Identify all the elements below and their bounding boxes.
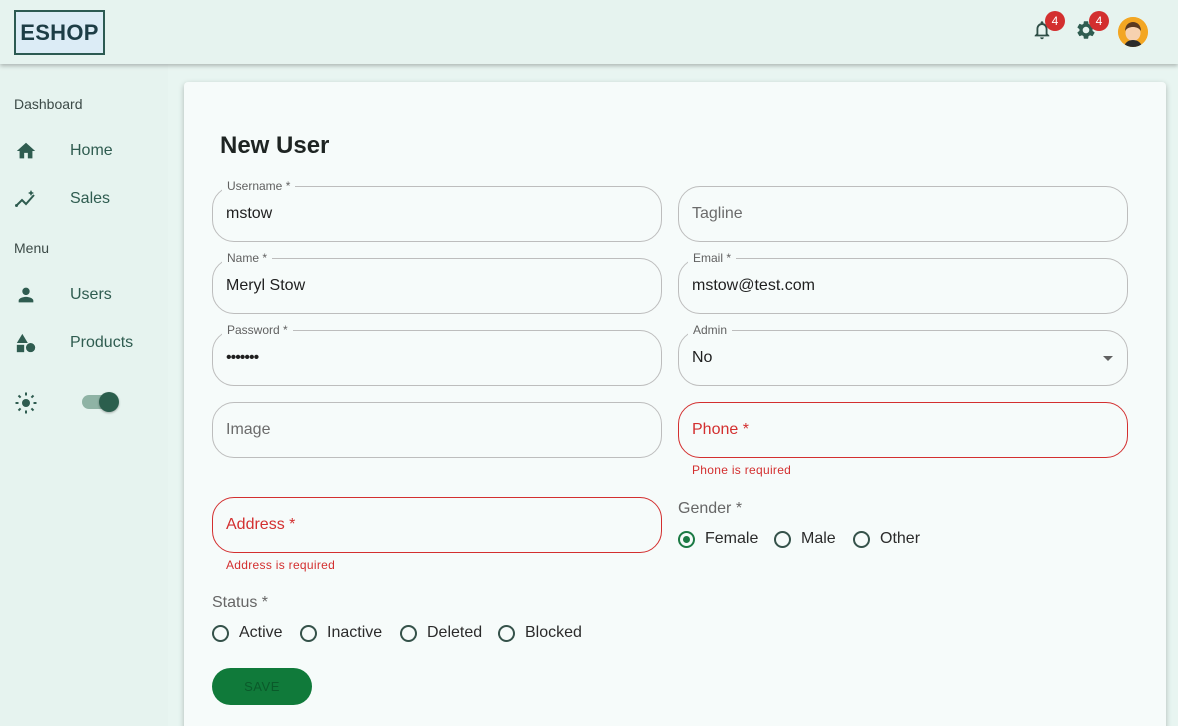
radio-label: Other bbox=[880, 530, 921, 547]
sidebar-section-dashboard: Dashboard bbox=[14, 96, 83, 112]
sidebar-item-sales[interactable]: Sales bbox=[0, 179, 168, 219]
radio-label: Female bbox=[705, 530, 759, 547]
dropdown-arrow-icon bbox=[1103, 356, 1113, 361]
sidebar-item-label: Products bbox=[70, 334, 134, 351]
username-field[interactable]: Username * mstow bbox=[212, 179, 662, 242]
sidebar-section-menu: Menu bbox=[14, 240, 50, 256]
category-shapes-icon bbox=[14, 331, 38, 355]
phone-placeholder: Phone * bbox=[692, 421, 749, 438]
theme-toggle-thumb[interactable] bbox=[99, 392, 119, 412]
user-avatar-icon bbox=[1118, 17, 1148, 47]
radio-unchecked-icon bbox=[774, 530, 791, 548]
sidebar-item-label: Users bbox=[70, 286, 112, 303]
avatar[interactable] bbox=[1118, 17, 1148, 47]
radio-label: Male bbox=[801, 530, 836, 547]
sun-icon bbox=[14, 391, 38, 415]
sales-trend-icon bbox=[14, 187, 38, 211]
radio-label: Active bbox=[239, 624, 283, 641]
phone-error-text: Phone is required bbox=[692, 463, 792, 477]
status-radio-blocked[interactable]: Blocked bbox=[498, 624, 582, 642]
sidebar: Dashboard Home Sales Menu Users Products bbox=[0, 64, 168, 726]
logo[interactable]: ESHOP bbox=[14, 10, 105, 55]
radio-label: Inactive bbox=[327, 624, 383, 641]
password-field[interactable]: Password * ••••••• bbox=[212, 323, 662, 386]
admin-select[interactable]: Admin No bbox=[678, 323, 1128, 386]
radio-unchecked-icon bbox=[212, 624, 229, 642]
radio-unchecked-icon bbox=[400, 624, 417, 642]
phone-field[interactable]: Phone * bbox=[678, 402, 1128, 458]
notifications-badge: 4 bbox=[1045, 11, 1065, 31]
password-value: ••••••• bbox=[226, 349, 259, 366]
radio-label: Deleted bbox=[427, 624, 483, 641]
radio-checked-icon bbox=[678, 530, 695, 548]
gender-radio-other[interactable]: Other bbox=[853, 530, 920, 548]
status-radio-deleted[interactable]: Deleted bbox=[400, 624, 482, 642]
name-value: Meryl Stow bbox=[226, 277, 306, 294]
name-label: Name * bbox=[222, 251, 273, 265]
notifications-button[interactable]: 4 bbox=[1030, 11, 1065, 44]
top-app-bar: ESHOP 4 4 bbox=[0, 0, 1178, 64]
image-placeholder: Image bbox=[226, 421, 271, 438]
status-radio-active[interactable]: Active bbox=[212, 624, 283, 642]
gender-radio-male[interactable]: Male bbox=[774, 530, 836, 548]
home-icon bbox=[14, 139, 38, 163]
page-title: New User bbox=[220, 132, 330, 159]
email-label: Email * bbox=[688, 251, 737, 265]
username-label: Username * bbox=[222, 179, 296, 193]
sidebar-item-home[interactable]: Home bbox=[0, 131, 168, 171]
sidebar-item-label: Sales bbox=[70, 190, 111, 207]
admin-label: Admin bbox=[688, 323, 733, 337]
gender-label: Gender * bbox=[678, 500, 743, 517]
radio-label: Blocked bbox=[525, 624, 582, 641]
sidebar-item-label: Home bbox=[70, 142, 113, 159]
name-field[interactable]: Name * Meryl Stow bbox=[212, 251, 662, 314]
status-label: Status * bbox=[212, 594, 269, 611]
gender-radio-female[interactable]: Female bbox=[678, 530, 758, 548]
admin-value: No bbox=[692, 349, 713, 366]
radio-unchecked-icon bbox=[498, 624, 515, 642]
radio-unchecked-icon bbox=[853, 530, 870, 548]
save-button[interactable]: SAVE bbox=[212, 668, 312, 705]
tagline-placeholder: Tagline bbox=[692, 205, 743, 222]
email-field[interactable]: Email * mstow@test.com bbox=[678, 251, 1128, 314]
address-error-text: Address is required bbox=[226, 558, 336, 572]
address-placeholder: Address * bbox=[226, 516, 296, 533]
settings-badge: 4 bbox=[1089, 11, 1109, 31]
settings-button[interactable]: 4 bbox=[1074, 11, 1109, 44]
email-value: mstow@test.com bbox=[692, 277, 815, 294]
username-value: mstow bbox=[226, 205, 273, 222]
password-label: Password * bbox=[222, 323, 293, 337]
person-icon bbox=[14, 283, 38, 307]
sidebar-item-users[interactable]: Users bbox=[0, 275, 168, 315]
image-field[interactable]: Image bbox=[212, 402, 662, 458]
address-field[interactable]: Address * bbox=[212, 497, 662, 553]
status-radio-inactive[interactable]: Inactive bbox=[300, 624, 382, 642]
tagline-field[interactable]: Tagline bbox=[678, 186, 1128, 242]
radio-unchecked-icon bbox=[300, 624, 317, 642]
sidebar-item-products[interactable]: Products bbox=[0, 323, 168, 363]
